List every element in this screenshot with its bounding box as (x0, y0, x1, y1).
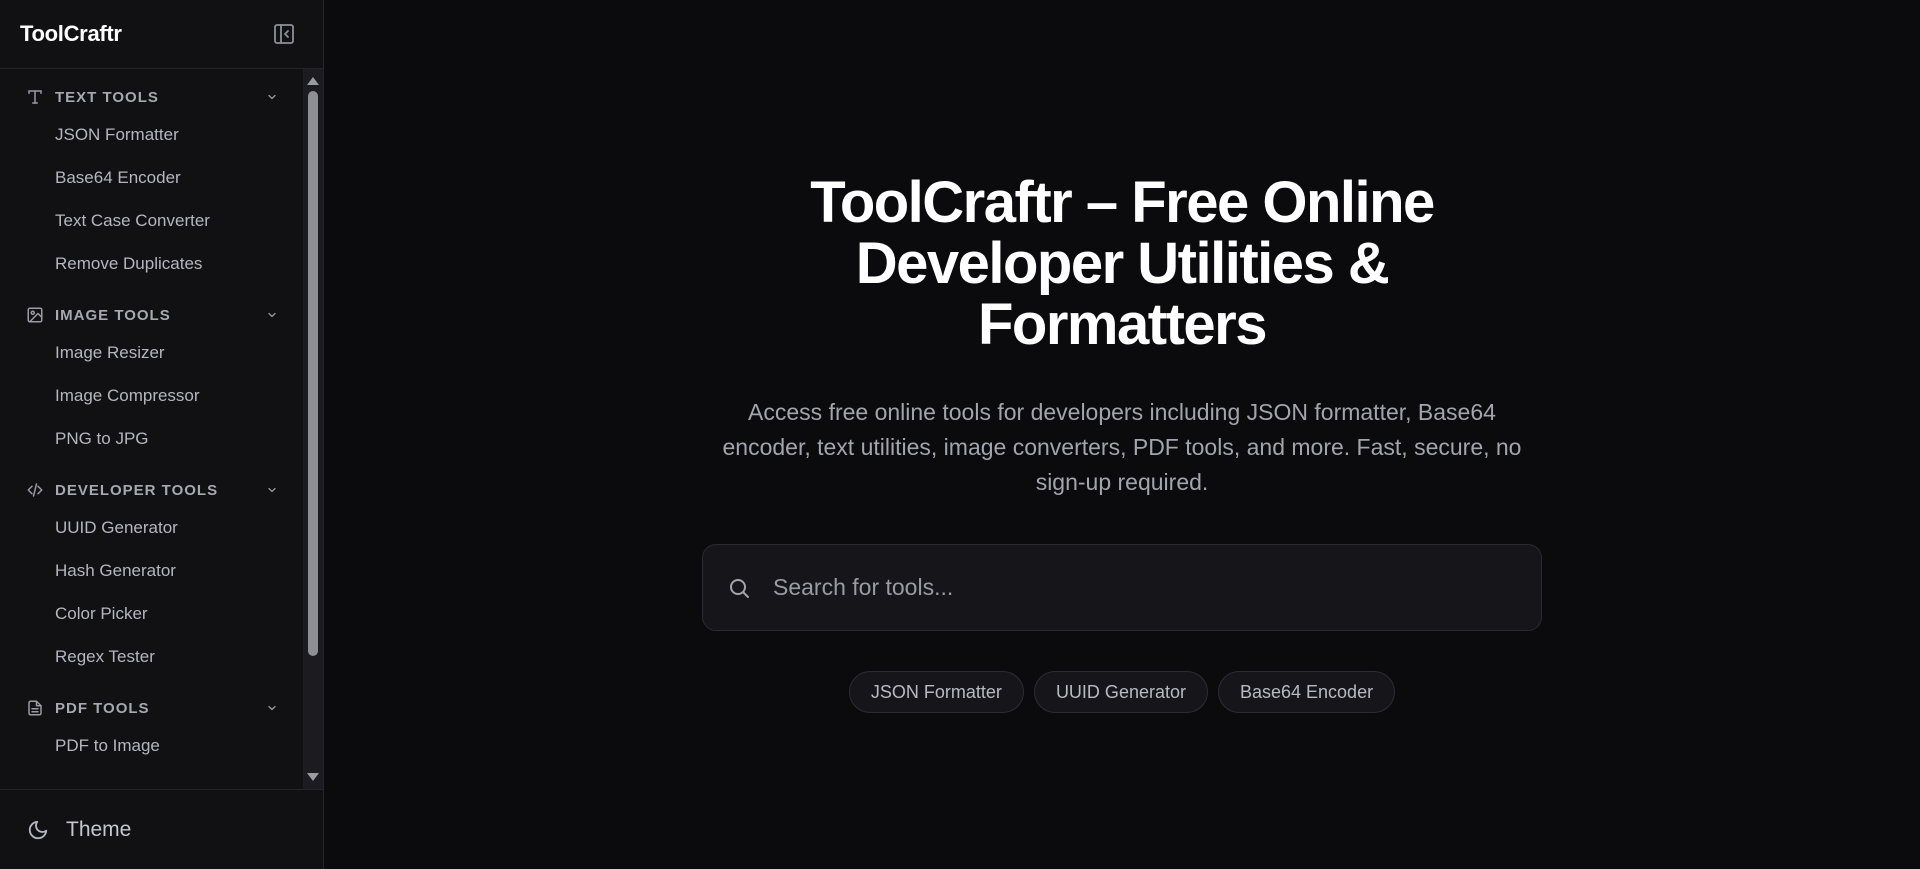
chip-base64-encoder[interactable]: Base64 Encoder (1217, 671, 1396, 713)
group-header-text-tools[interactable]: TEXT TOOLS (0, 81, 303, 113)
chevron-down-icon (265, 308, 279, 322)
group-header-developer-tools[interactable]: DEVELOPER TOOLS (0, 474, 303, 506)
sidebar-item-remove-duplicates[interactable]: Remove Duplicates (0, 242, 303, 285)
scroll-thumb[interactable] (308, 91, 318, 656)
text-icon (25, 87, 45, 107)
sidebar-item-text-case-converter[interactable]: Text Case Converter (0, 199, 303, 242)
sidebar-item-color-picker[interactable]: Color Picker (0, 592, 303, 635)
search-box[interactable] (702, 544, 1542, 631)
sidebar-item-base64-encoder[interactable]: Base64 Encoder (0, 156, 303, 199)
image-icon (25, 305, 45, 325)
scroll-down-arrow[interactable] (307, 773, 319, 781)
chip-json-formatter[interactable]: JSON Formatter (848, 671, 1024, 713)
sidebar-body: TEXT TOOLS JSON Formatter Base64 Encoder… (0, 69, 323, 789)
group-label: TEXT TOOLS (55, 88, 159, 106)
brand-logo[interactable]: ToolCraftr (20, 21, 122, 47)
chevron-down-icon (265, 701, 279, 715)
group-header-image-tools[interactable]: IMAGE TOOLS (0, 299, 303, 331)
sidebar-item-image-resizer[interactable]: Image Resizer (0, 331, 303, 374)
page-title: ToolCraftr – Free Online Developer Utili… (810, 170, 1435, 357)
theme-toggle-button[interactable]: Theme (0, 789, 323, 869)
theme-label: Theme (66, 817, 132, 841)
sidebar-item-json-formatter[interactable]: JSON Formatter (0, 113, 303, 156)
group-label: DEVELOPER TOOLS (55, 481, 219, 499)
nav-group-text-tools: TEXT TOOLS JSON Formatter Base64 Encoder… (0, 81, 303, 285)
group-header-pdf-tools[interactable]: PDF TOOLS (0, 692, 303, 724)
nav-group-image-tools: IMAGE TOOLS Image Resizer Image Compress… (0, 299, 303, 460)
sidebar-nav: TEXT TOOLS JSON Formatter Base64 Encoder… (0, 69, 303, 789)
group-label: PDF TOOLS (55, 699, 150, 717)
sidebar-item-pdf-to-image[interactable]: PDF to Image (0, 724, 303, 767)
hero-subtitle: Access free online tools for developers … (722, 399, 1522, 495)
nav-group-developer-tools: DEVELOPER TOOLS UUID Generator Hash Gene… (0, 474, 303, 678)
scroll-up-arrow[interactable] (307, 77, 319, 85)
sidebar-item-uuid-generator[interactable]: UUID Generator (0, 506, 303, 549)
search-input[interactable] (773, 545, 1541, 630)
hero-section: ToolCraftr – Free Online Developer Utili… (324, 172, 1920, 713)
app-root: ToolCraftr TEXT TOOLS JSON Formatter Bas… (0, 0, 1920, 869)
sidebar-header: ToolCraftr (0, 0, 323, 69)
moon-icon (26, 818, 50, 842)
chevron-down-icon (265, 483, 279, 497)
sidebar: ToolCraftr TEXT TOOLS JSON Formatter Bas… (0, 0, 324, 869)
nav-group-pdf-tools: PDF TOOLS PDF to Image (0, 692, 303, 767)
quick-links: JSON Formatter UUID Generator Base64 Enc… (848, 671, 1396, 713)
collapse-sidebar-button[interactable] (271, 21, 297, 47)
chevron-down-icon (265, 90, 279, 104)
sidebar-item-hash-generator[interactable]: Hash Generator (0, 549, 303, 592)
code-icon (25, 480, 45, 500)
sidebar-item-regex-tester[interactable]: Regex Tester (0, 635, 303, 678)
sidebar-item-png-to-jpg[interactable]: PNG to JPG (0, 417, 303, 460)
file-text-icon (25, 698, 45, 718)
chip-uuid-generator[interactable]: UUID Generator (1033, 671, 1208, 713)
sidebar-item-image-compressor[interactable]: Image Compressor (0, 374, 303, 417)
search-icon (727, 576, 751, 600)
group-label: IMAGE TOOLS (55, 306, 171, 324)
sidebar-scrollbar[interactable] (303, 69, 323, 789)
panel-left-icon (274, 24, 294, 44)
main-content: ToolCraftr – Free Online Developer Utili… (324, 0, 1920, 869)
